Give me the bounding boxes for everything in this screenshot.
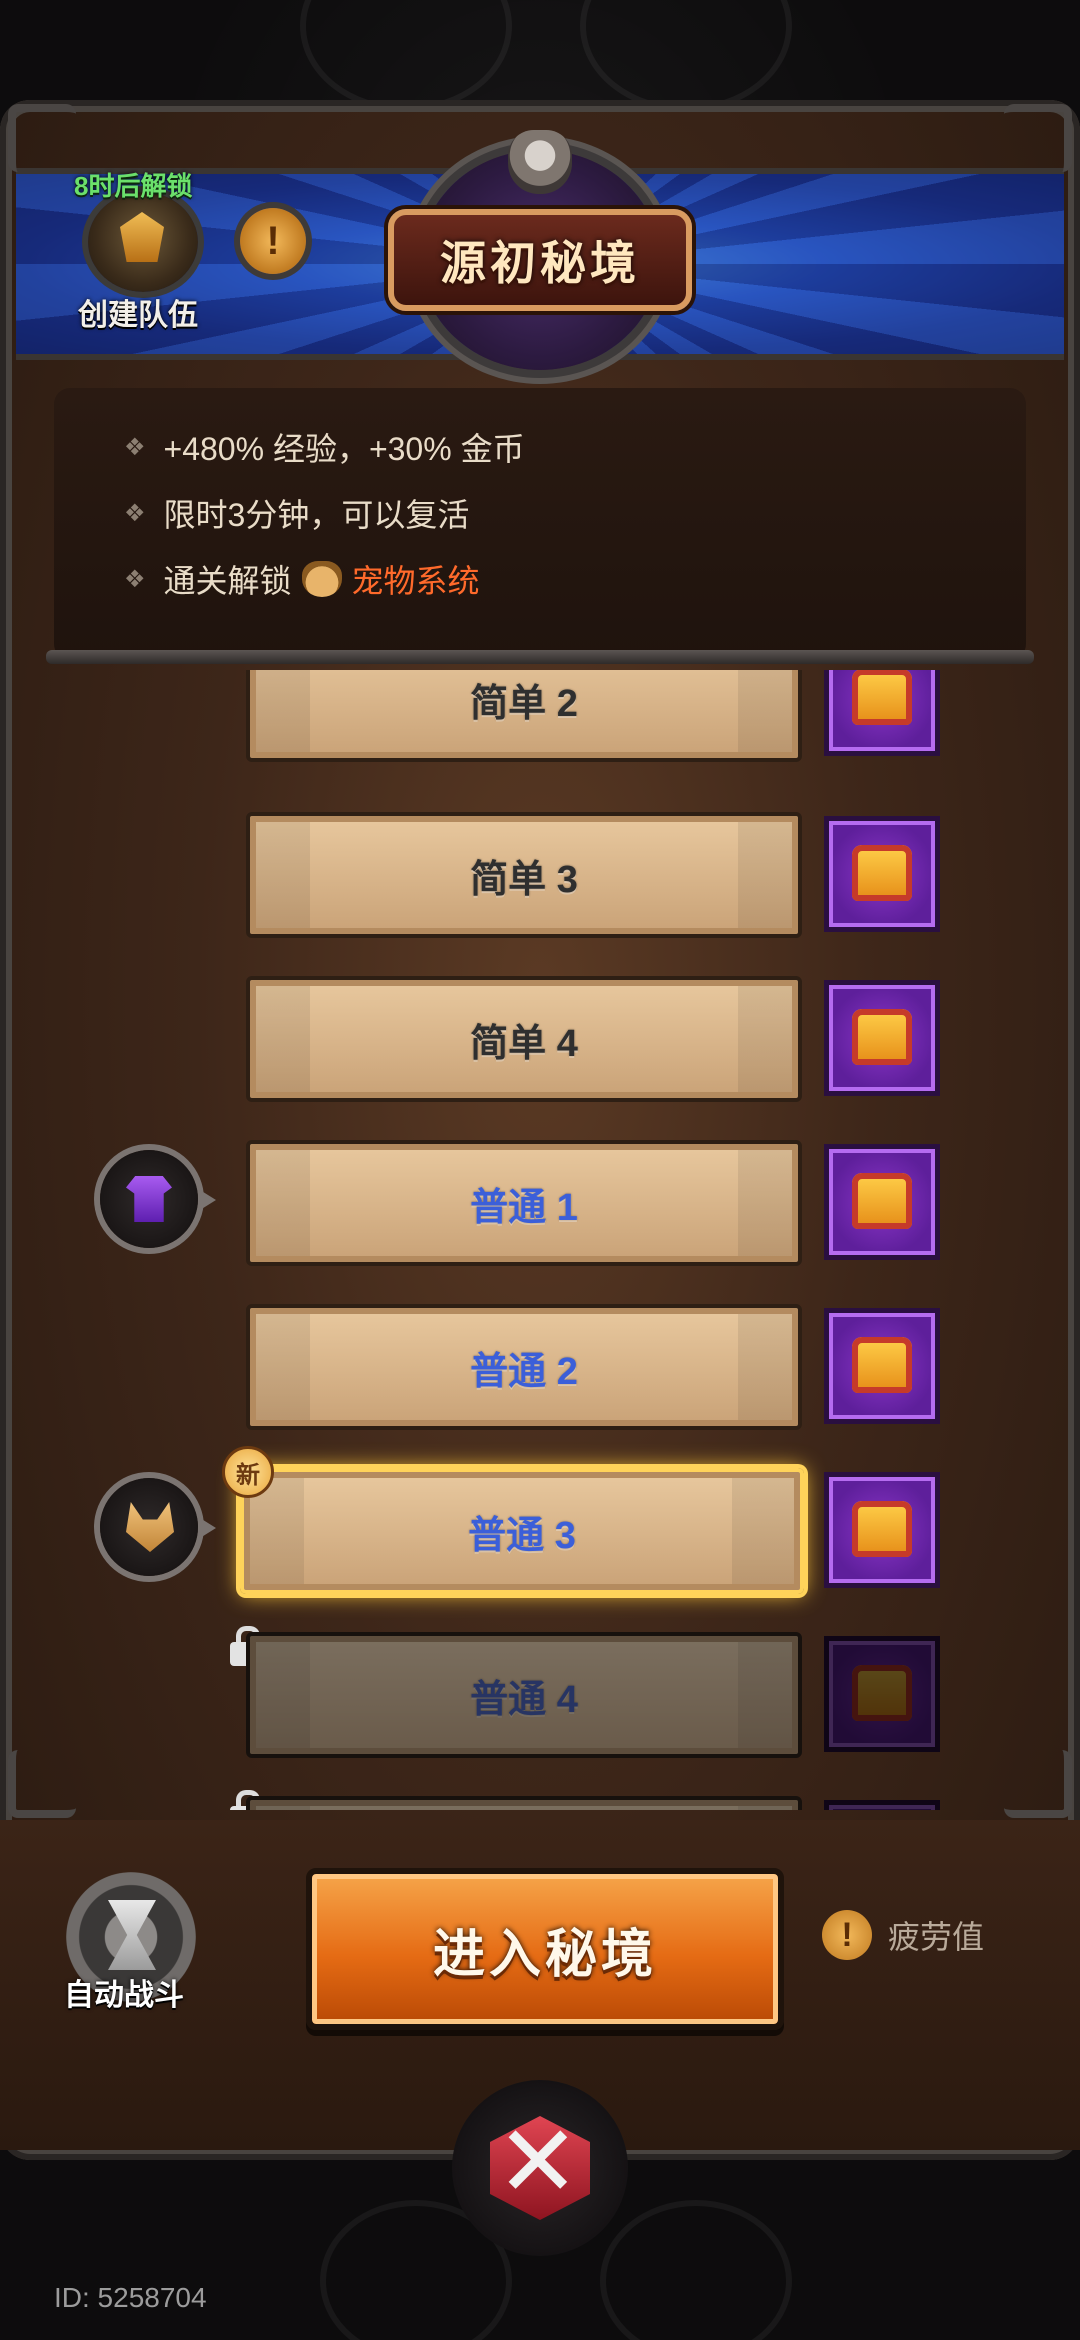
auto-battle-toggle[interactable]: 自动战斗 bbox=[58, 1872, 208, 2022]
level-button-normal-1[interactable]: 普通 1 bbox=[246, 1140, 802, 1266]
bonus-info-panel: ❖ +480% 经验，+30% 金币 ❖ 限时3分钟，可以复活 ❖ 通关解锁 宠… bbox=[54, 388, 1026, 660]
new-badge: 新 bbox=[222, 1446, 274, 1498]
level-button-normal-2[interactable]: 普通 2 bbox=[246, 1304, 802, 1430]
warning-icon: ! bbox=[822, 1910, 872, 1960]
background-swirl bbox=[580, 0, 792, 112]
level-label: 普通 1 bbox=[470, 1186, 578, 1229]
level-label: 简单 2 bbox=[470, 682, 578, 725]
treasure-chest-icon bbox=[852, 1665, 912, 1721]
enter-dungeon-label: 进入秘境 bbox=[432, 1925, 657, 1984]
treasure-chest-icon bbox=[852, 1501, 912, 1557]
close-icon: ✕ bbox=[496, 2106, 580, 2218]
shirt-icon bbox=[126, 1176, 172, 1222]
divider bbox=[46, 650, 1034, 664]
unlock-prefix-text: 通关解锁 bbox=[163, 563, 292, 599]
auto-battle-label: 自动战斗 bbox=[64, 1979, 184, 2012]
bullet-icon: ❖ bbox=[124, 499, 146, 527]
skull-emblem-icon bbox=[508, 130, 572, 194]
unlock-timer: 8时后解锁 bbox=[74, 171, 193, 201]
create-team-label[interactable]: 创建队伍 bbox=[78, 290, 198, 334]
level-list[interactable]: 简单 2 简单 3 简单 4 普通 1 普通 2 普通 3 新 普通 4 bbox=[54, 670, 1026, 1810]
pet-icon bbox=[301, 561, 342, 597]
info-row-unlock: ❖ 通关解锁 宠物系统 bbox=[124, 556, 480, 602]
enter-dungeon-button[interactable]: 进入秘境 bbox=[306, 1868, 784, 2030]
treasure-chest-icon bbox=[852, 1173, 912, 1229]
level-row: 普通 4 bbox=[54, 1626, 1026, 1758]
bullet-icon: ❖ bbox=[124, 565, 146, 593]
chest-reward-icon[interactable] bbox=[824, 816, 940, 932]
treasure-chest-icon bbox=[852, 670, 912, 725]
background-swirl bbox=[600, 2200, 792, 2340]
level-label: 简单 4 bbox=[470, 1022, 578, 1065]
title-wrap: 源初秘境 bbox=[380, 205, 700, 315]
level-row: 普通 3 新 bbox=[54, 1446, 1026, 1594]
chest-reward-icon[interactable] bbox=[824, 1636, 940, 1752]
level-row: 普通 2 bbox=[54, 1304, 1026, 1430]
level-button-normal-3[interactable]: 普通 3 bbox=[240, 1468, 804, 1594]
chest-reward-icon[interactable] bbox=[824, 980, 940, 1096]
level-button-easy-2[interactable]: 简单 2 bbox=[246, 670, 802, 762]
treasure-chest-icon bbox=[852, 1009, 912, 1065]
time-limit-text: 限时3分钟，可以复活 bbox=[163, 497, 470, 533]
level-row bbox=[54, 1790, 1026, 1810]
corner-ornament bbox=[8, 104, 76, 172]
info-row-time: ❖ 限时3分钟，可以复活 bbox=[124, 490, 469, 536]
first-clear-reward-icon[interactable] bbox=[100, 1150, 216, 1248]
level-label: 普通 4 bbox=[470, 1678, 578, 1721]
chest-reward-icon[interactable] bbox=[824, 1144, 940, 1260]
first-clear-reward-icon[interactable] bbox=[100, 1478, 216, 1576]
bullet-icon: ❖ bbox=[124, 433, 146, 461]
treasure-chest-icon bbox=[852, 845, 912, 901]
fatigue-label: 疲劳值 bbox=[888, 1919, 985, 1955]
background-swirl bbox=[300, 0, 512, 112]
level-label: 普通 2 bbox=[470, 1350, 578, 1393]
game-screen: 源初秘境 8时后解锁 创建队伍 ! ❖ +480% 经验，+30% 金币 ❖ 限… bbox=[0, 0, 1080, 2340]
level-label: 简单 3 bbox=[470, 858, 578, 901]
chest-reward-icon[interactable] bbox=[824, 1800, 940, 1810]
level-button-easy-4[interactable]: 简单 4 bbox=[246, 976, 802, 1102]
level-row: 简单 4 bbox=[54, 976, 1026, 1102]
corner-ornament bbox=[1004, 104, 1072, 172]
close-button[interactable]: ✕ bbox=[452, 2080, 628, 2256]
chest-reward-icon[interactable] bbox=[824, 1472, 940, 1588]
level-row: 简单 2 bbox=[54, 670, 1026, 794]
page-title: 源初秘境 bbox=[440, 237, 640, 289]
info-row-bonus: ❖ +480% 经验，+30% 金币 bbox=[124, 424, 525, 470]
bonus-text: +480% 经验，+30% 金币 bbox=[163, 431, 525, 467]
chest-reward-icon[interactable] bbox=[824, 670, 940, 756]
pet-icon bbox=[126, 1502, 174, 1552]
level-row: 普通 1 bbox=[54, 1140, 1026, 1266]
level-button-next[interactable] bbox=[246, 1796, 802, 1810]
level-button-easy-3[interactable]: 简单 3 bbox=[246, 812, 802, 938]
fatigue-info[interactable]: ! 疲劳值 bbox=[822, 1910, 984, 1960]
level-button-normal-4[interactable]: 普通 4 bbox=[246, 1632, 802, 1758]
user-id: ID: 5258704 bbox=[54, 2282, 207, 2313]
chest-reward-icon[interactable] bbox=[824, 1308, 940, 1424]
create-team-icon[interactable] bbox=[88, 192, 198, 292]
info-icon[interactable]: ! bbox=[240, 208, 306, 274]
level-row: 简单 3 bbox=[54, 812, 1026, 938]
pet-system-text: 宠物系统 bbox=[351, 563, 480, 599]
treasure-chest-icon bbox=[852, 1337, 912, 1393]
title-plaque: 源初秘境 bbox=[388, 209, 692, 311]
level-label: 普通 3 bbox=[468, 1514, 576, 1557]
